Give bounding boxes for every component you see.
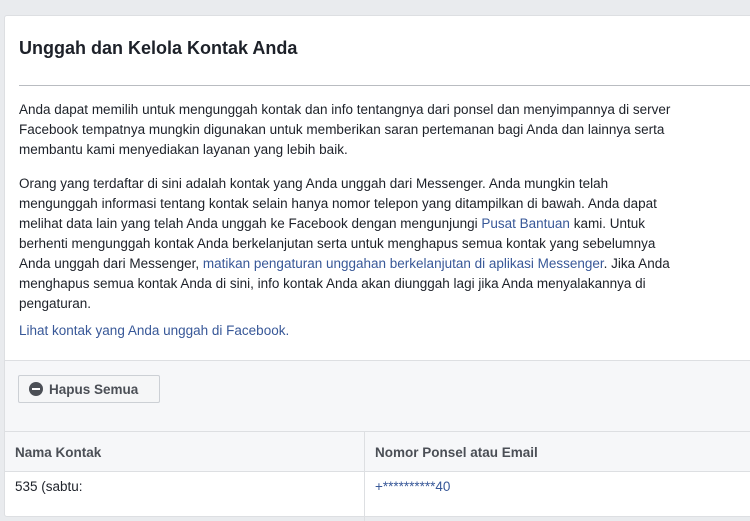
intro-paragraph: Anda dapat memilih untuk mengunggah kont… bbox=[19, 100, 750, 160]
detail-text: kami. Untuk bbox=[569, 216, 645, 231]
detail-line: mengunggah informasi tentang kontak sela… bbox=[19, 196, 657, 211]
column-header-contact: Nomor Ponsel atau Email bbox=[375, 445, 538, 460]
detail-text: Anda unggah dari Messenger, bbox=[19, 256, 203, 271]
page-title: Unggah dan Kelola Kontak Anda bbox=[19, 38, 298, 58]
messenger-settings-link[interactable]: matikan pengaturan unggahan berkelanjuta… bbox=[203, 256, 604, 271]
detail-line: pengaturan. bbox=[19, 296, 92, 311]
intro-line: Facebook tempatnya mungkin digunakan unt… bbox=[19, 122, 665, 137]
detail-line: Orang yang terdaftar di sini adalah kont… bbox=[19, 176, 609, 191]
title-divider bbox=[19, 85, 750, 86]
help-center-link[interactable]: Pusat Bantuan bbox=[481, 216, 570, 231]
column-header-name: Nama Kontak bbox=[15, 445, 102, 460]
intro-line: Anda dapat memilih untuk mengunggah kont… bbox=[19, 102, 671, 117]
contacts-card: Unggah dan Kelola Kontak Anda Anda dapat… bbox=[4, 15, 750, 521]
contacts-table-header: Nama Kontak Nomor Ponsel atau Email bbox=[5, 431, 750, 472]
column-divider bbox=[364, 431, 365, 521]
view-uploaded-contacts-link[interactable]: Lihat kontak yang Anda unggah di Faceboo… bbox=[19, 323, 285, 338]
contact-name-cell: 535 (sabtu: bbox=[15, 479, 83, 494]
delete-all-button[interactable]: Hapus Semua bbox=[18, 375, 160, 403]
contact-number-cell: +**********40 bbox=[375, 479, 451, 494]
detail-text: . Jika Anda bbox=[603, 256, 670, 271]
detail-line: Anda unggah dari Messenger, matikan peng… bbox=[19, 254, 750, 274]
view-link-period: . bbox=[285, 323, 290, 338]
detail-line: melihat data lain yang telah Anda unggah… bbox=[19, 214, 750, 234]
detail-paragraph: Orang yang terdaftar di sini adalah kont… bbox=[19, 174, 750, 314]
detail-line: berhenti mengunggah kontak Anda berkelan… bbox=[19, 236, 656, 251]
actions-toolbar: Hapus Semua bbox=[5, 360, 750, 432]
detail-line: menghapus semua kontak Anda di sini, inf… bbox=[19, 276, 646, 291]
detail-text: melihat data lain yang telah Anda unggah… bbox=[19, 216, 482, 231]
view-uploaded-contacts: Lihat kontak yang Anda unggah di Faceboo… bbox=[19, 321, 289, 341]
minus-circle-icon bbox=[29, 382, 43, 396]
intro-line: membantu kami menyediakan layanan yang l… bbox=[19, 142, 348, 157]
delete-all-label: Hapus Semua bbox=[49, 381, 139, 397]
